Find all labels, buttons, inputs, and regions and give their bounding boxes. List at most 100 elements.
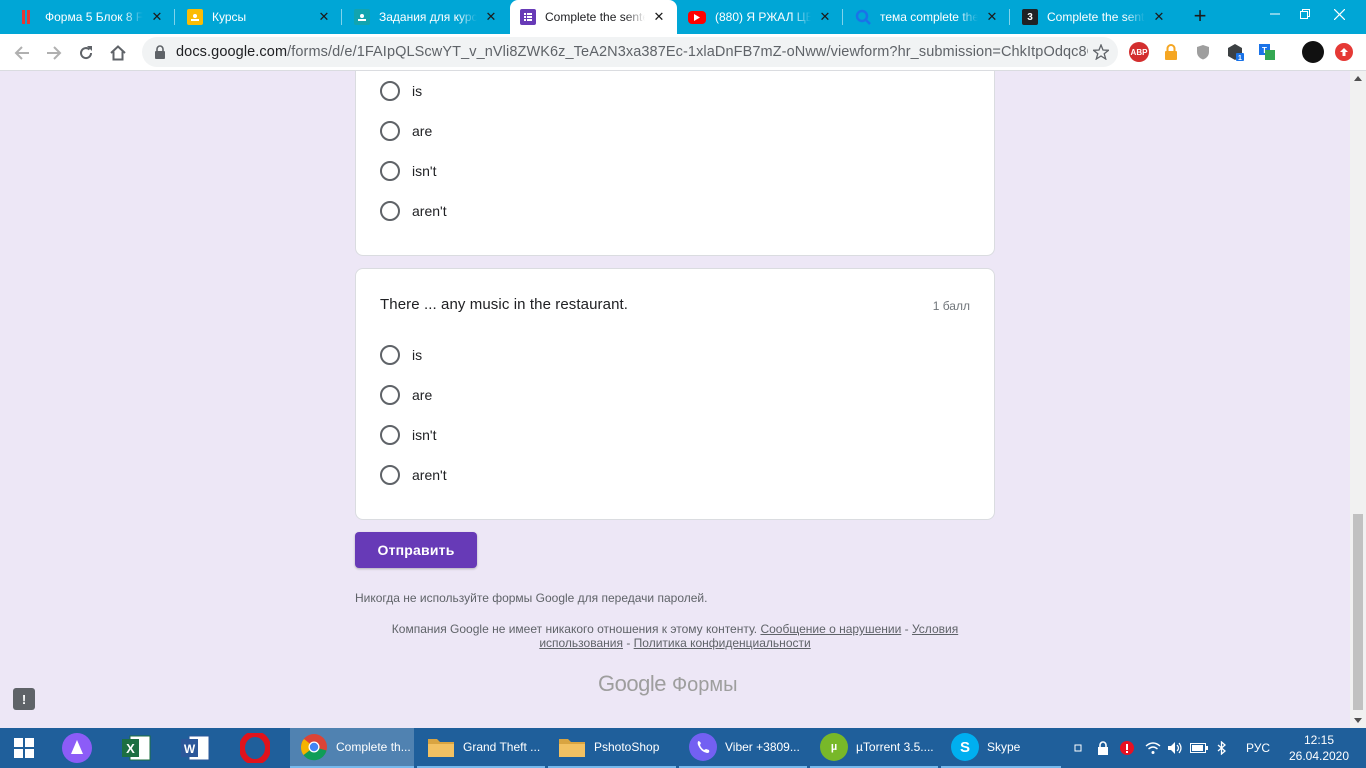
start-button[interactable] — [0, 728, 48, 768]
radio-button[interactable] — [380, 201, 400, 221]
utorrent-icon: µ — [820, 733, 848, 761]
question-card-1: is are isn't aren't — [355, 71, 995, 256]
radio-button[interactable] — [380, 425, 400, 445]
opera-icon[interactable] — [226, 728, 284, 768]
taskbar-app-utorrent[interactable]: µ µTorrent 3.5.... — [810, 728, 938, 768]
svg-text:X: X — [126, 741, 135, 756]
shield-icon[interactable] — [1193, 42, 1213, 62]
new-tab-button[interactable]: + — [1188, 5, 1212, 29]
minimize-button[interactable] — [1258, 0, 1292, 28]
chrome-icon — [300, 733, 328, 761]
package-icon[interactable]: 1 — [1225, 42, 1245, 62]
warning-tray-icon[interactable] — [1118, 728, 1136, 768]
tab-zadaniya[interactable]: Задания для курса ✕ — [344, 0, 509, 34]
taskbar-app-viber[interactable]: Viber +3809... — [679, 728, 807, 768]
profile-icon[interactable] — [1302, 41, 1324, 63]
scroll-up-icon[interactable] — [1354, 76, 1362, 81]
excel-icon[interactable]: X — [108, 728, 166, 768]
radio-button[interactable] — [380, 345, 400, 365]
search-icon — [855, 9, 871, 25]
taskbar-app-chrome[interactable]: Complete th... — [290, 728, 414, 768]
option-arent[interactable]: aren't — [380, 196, 447, 226]
close-icon[interactable]: ✕ — [817, 9, 833, 25]
adblock-icon[interactable]: ABP — [1129, 42, 1149, 62]
page-scrollbar[interactable] — [1350, 71, 1366, 728]
home-button[interactable] — [104, 39, 132, 67]
disclaimer: Компания Google не имеет никакого отноше… — [391, 622, 959, 650]
tab-search[interactable]: тема complete the ✕ — [845, 0, 1010, 34]
google-forms-logo[interactable]: Google Формы — [598, 671, 738, 697]
reload-button[interactable] — [72, 39, 100, 67]
tab-complete-2[interactable]: 3 Complete the sente ✕ — [1012, 0, 1177, 34]
address-bar[interactable]: docs.google.com/forms/d/e/1FAIpQLScwYT_v… — [142, 37, 1118, 67]
close-icon[interactable]: ✕ — [316, 9, 332, 25]
windows-icon — [14, 738, 34, 758]
radio-button[interactable] — [380, 161, 400, 181]
option-are[interactable]: are — [380, 380, 432, 410]
svg-text:1: 1 — [1238, 55, 1242, 61]
option-arent[interactable]: aren't — [380, 460, 447, 490]
close-icon[interactable]: ✕ — [149, 9, 165, 25]
close-icon[interactable]: ✕ — [1151, 9, 1167, 25]
number-3-icon: 3 — [1022, 9, 1038, 25]
radio-button[interactable] — [380, 81, 400, 101]
maximize-button[interactable] — [1288, 0, 1322, 28]
show-hidden-icons[interactable] — [1070, 728, 1086, 768]
reload-icon — [80, 46, 93, 60]
option-is[interactable]: is — [380, 340, 422, 370]
folder-icon — [427, 733, 455, 761]
tab-kursy[interactable]: Курсы ✕ — [177, 0, 342, 34]
lock-extension-icon[interactable] — [1161, 42, 1181, 62]
youtube-icon — [688, 10, 706, 24]
option-are[interactable]: are — [380, 116, 432, 146]
windows-taskbar: X W Complete th... Grand Theft ... Pshot… — [0, 728, 1366, 768]
scrollbar-thumb[interactable] — [1353, 514, 1363, 710]
taskbar-app-photoshop-folder[interactable]: PshotoShop — [548, 728, 676, 768]
form-page: is are isn't aren't There ... any music … — [0, 71, 1350, 728]
update-icon[interactable] — [1335, 43, 1353, 61]
url-text: docs.google.com/forms/d/e/1FAIpQLScwYT_v… — [176, 44, 1088, 60]
volume-icon[interactable] — [1165, 728, 1185, 768]
password-warning: Никогда не используйте формы Google для … — [355, 591, 708, 605]
radio-button[interactable] — [380, 121, 400, 141]
classroom-icon — [354, 9, 370, 25]
taskbar-app-skype[interactable]: S Skype — [941, 728, 1061, 768]
taskbar-app-gta[interactable]: Grand Theft ... — [417, 728, 545, 768]
submit-button[interactable]: Отправить — [355, 532, 477, 568]
radio-button[interactable] — [380, 385, 400, 405]
svg-text:T: T — [1262, 46, 1267, 55]
bookmark-star-icon[interactable] — [1088, 39, 1114, 65]
option-isnt[interactable]: isn't — [380, 420, 436, 450]
security-tray-icon[interactable] — [1094, 728, 1112, 768]
forward-button[interactable] — [40, 39, 68, 67]
clock[interactable]: 12:15 26.04.2020 — [1283, 732, 1355, 764]
battery-icon[interactable] — [1189, 728, 1209, 768]
tab-youtube[interactable]: (880) Я РЖАЛ ЦЕЛ ✕ — [678, 0, 843, 34]
language-indicator[interactable]: РУС — [1238, 728, 1278, 768]
window-close-button[interactable] — [1322, 0, 1356, 28]
alice-icon[interactable] — [48, 728, 106, 768]
folder-icon — [558, 733, 586, 761]
home-icon — [110, 45, 126, 61]
report-abuse-link[interactable]: Сообщение о нарушении — [760, 622, 901, 636]
privacy-link[interactable]: Политика конфиденциальности — [634, 636, 811, 650]
tab-forma[interactable]: Форма 5 Блок 8 Fu ✕ — [10, 0, 175, 34]
tab-strip: Форма 5 Блок 8 Fu ✕ Курсы ✕ Задания для … — [0, 0, 1366, 34]
radio-button[interactable] — [380, 465, 400, 485]
option-isnt[interactable]: isn't — [380, 156, 436, 186]
scroll-down-icon[interactable] — [1354, 718, 1362, 723]
close-icon[interactable]: ✕ — [651, 9, 667, 25]
bluetooth-icon[interactable] — [1213, 728, 1231, 768]
arrow-left-icon — [14, 46, 29, 60]
close-icon[interactable]: ✕ — [984, 9, 1000, 25]
close-icon[interactable]: ✕ — [483, 9, 499, 25]
tab-complete-active[interactable]: Complete the sente ✕ — [510, 0, 677, 34]
question-title: There ... any music in the restaurant. — [380, 296, 629, 313]
option-is[interactable]: is — [380, 76, 422, 106]
report-problem-icon[interactable]: ! — [13, 688, 35, 710]
wifi-icon[interactable] — [1143, 728, 1163, 768]
arrow-right-icon — [47, 46, 62, 60]
translate-icon[interactable]: T — [1257, 42, 1277, 62]
back-button[interactable] — [8, 39, 36, 67]
word-icon[interactable]: W — [167, 728, 225, 768]
